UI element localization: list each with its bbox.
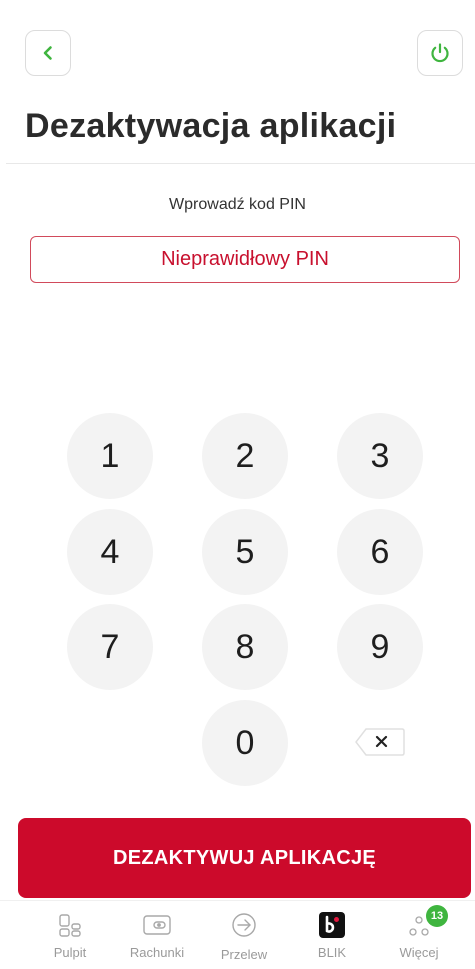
power-button[interactable] (417, 30, 463, 76)
deactivate-app-button[interactable]: DEZAKTYWUJ APLIKACJĘ (18, 818, 471, 898)
keypad-key-7[interactable]: 7 (67, 604, 153, 690)
nav-label: Pulpit (53, 945, 87, 960)
nav-item-pulpit[interactable]: Pulpit (25, 911, 115, 960)
nav-label: Rachunki (129, 945, 185, 960)
top-bar (0, 30, 475, 78)
transfer-icon (232, 913, 256, 937)
keypad-key-3[interactable]: 3 (337, 413, 423, 499)
bottom-navigation: Pulpit Rachunki Przelew BLIK 13 Więcej (0, 900, 475, 969)
notification-badge: 13 (426, 905, 448, 927)
header-divider (6, 163, 475, 164)
nav-item-rachunki[interactable]: Rachunki (112, 911, 202, 960)
keypad-key-8[interactable]: 8 (202, 604, 288, 690)
power-icon (431, 43, 449, 63)
keypad-key-6[interactable]: 6 (337, 509, 423, 595)
pin-error-message: Nieprawidłowy PIN (30, 236, 460, 283)
nav-item-blik[interactable]: BLIK (287, 911, 377, 960)
keypad-key-4[interactable]: 4 (67, 509, 153, 595)
chevron-left-icon (43, 46, 52, 60)
nav-label: Przelew (220, 947, 268, 962)
keypad-key-2[interactable]: 2 (202, 413, 288, 499)
keypad-key-9[interactable]: 9 (337, 604, 423, 690)
nav-label: BLIK (317, 945, 347, 960)
keypad-key-1[interactable]: 1 (67, 413, 153, 499)
nav-item-wiecej[interactable]: 13 Więcej (374, 905, 464, 960)
nav-label: Więcej (399, 945, 439, 960)
back-button[interactable] (25, 30, 71, 76)
keypad-key-5[interactable]: 5 (202, 509, 288, 595)
page-title: Dezaktywacja aplikacji (25, 107, 397, 145)
dashboard-icon (59, 914, 81, 937)
pin-prompt: Wprowadź kod PIN (169, 196, 306, 213)
keypad-key-0[interactable]: 0 (202, 700, 288, 786)
wallet-icon (143, 915, 171, 935)
nav-item-przelew[interactable]: Przelew (199, 911, 289, 962)
backspace-button[interactable] (354, 725, 406, 759)
blik-icon (319, 912, 345, 938)
backspace-icon (355, 728, 405, 756)
